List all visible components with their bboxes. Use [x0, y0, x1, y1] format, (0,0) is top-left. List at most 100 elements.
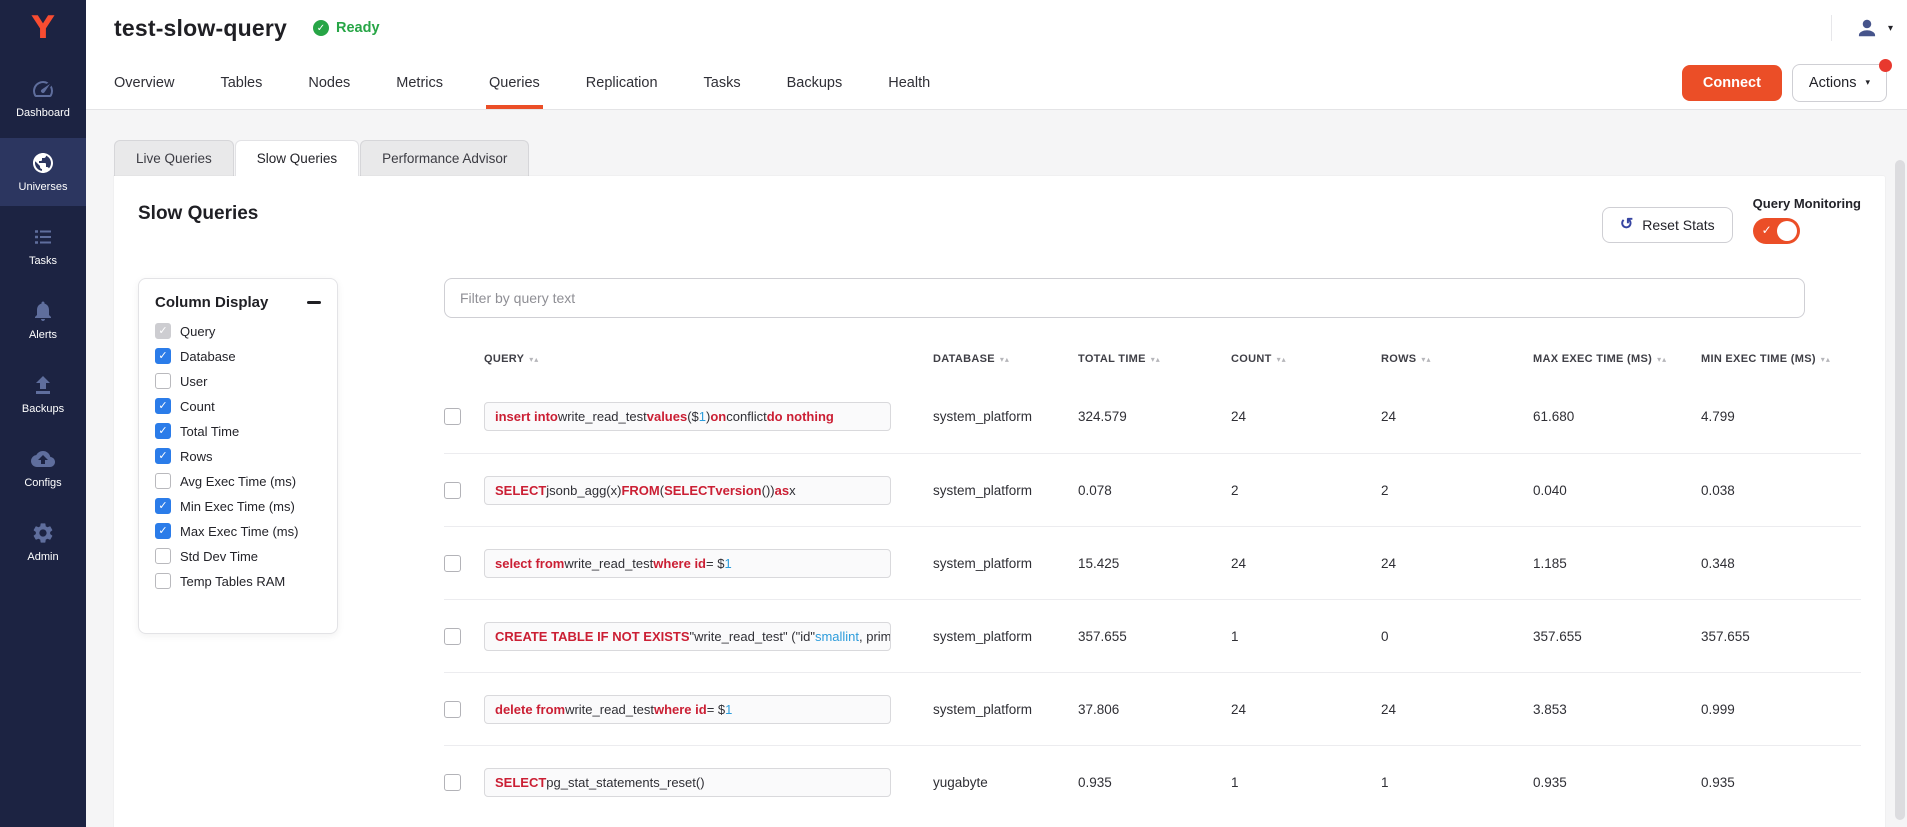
checked-checkbox-icon[interactable]: ✓ — [155, 448, 171, 464]
checked-checkbox-icon[interactable]: ✓ — [155, 398, 171, 414]
column-header-min-exec-time-ms[interactable]: MIN EXEC TIME (MS)▾▴ — [1701, 353, 1861, 365]
sort-arrows-icon[interactable]: ▾▴ — [1657, 355, 1667, 364]
tab-queries[interactable]: Queries — [489, 56, 540, 109]
column-option-temp-tables-ram[interactable]: Temp Tables RAM — [155, 573, 321, 589]
sidebar-item-backups[interactable]: Backups — [0, 360, 86, 428]
reset-icon: ↺ — [1620, 217, 1633, 233]
column-option-std-dev-time[interactable]: Std Dev Time — [155, 548, 321, 564]
unchecked-checkbox-icon[interactable] — [155, 473, 171, 489]
configs-icon — [31, 447, 55, 471]
user-avatar-icon[interactable] — [1856, 17, 1878, 39]
unchecked-checkbox-icon[interactable] — [155, 573, 171, 589]
topbar-right: ▾ — [1831, 15, 1893, 41]
row-checkbox[interactable] — [444, 482, 461, 499]
sort-arrows-icon[interactable]: ▾▴ — [1000, 355, 1010, 364]
query-text-cell[interactable]: insert into write_read_test values ($1) … — [484, 402, 891, 431]
connect-button[interactable]: Connect — [1682, 65, 1782, 101]
tab-replication[interactable]: Replication — [586, 56, 658, 109]
window-scrollbar[interactable] — [1895, 160, 1905, 820]
count-cell: 24 — [1231, 702, 1381, 717]
tab-tasks[interactable]: Tasks — [704, 56, 741, 109]
column-header-query[interactable]: QUERY▾▴ — [484, 353, 539, 365]
sidebar-item-admin[interactable]: Admin — [0, 508, 86, 576]
tab-health[interactable]: Health — [888, 56, 930, 109]
column-option-min-exec-time-ms[interactable]: ✓Min Exec Time (ms) — [155, 498, 321, 514]
tab-nodes[interactable]: Nodes — [308, 56, 350, 109]
column-option-user[interactable]: User — [155, 373, 321, 389]
query-text-cell[interactable]: SELECT pg_stat_statements_reset() — [484, 768, 891, 797]
total-time-cell: 15.425 — [1078, 556, 1231, 571]
sidebar-item-tasks[interactable]: Tasks — [0, 212, 86, 280]
table-row[interactable]: select from write_read_test where id = $… — [444, 526, 1861, 599]
collapse-icon[interactable] — [307, 301, 321, 304]
admin-icon — [31, 521, 55, 545]
table-row[interactable]: insert into write_read_test values ($1) … — [444, 380, 1861, 453]
row-checkbox[interactable] — [444, 555, 461, 572]
yugabyte-logo-icon[interactable]: Y — [0, 0, 86, 56]
universe-nav-bar: Overview Tables Nodes Metrics Queries Replica… — [86, 56, 1907, 110]
subtab-slow-queries[interactable]: Slow Queries — [235, 140, 359, 176]
actions-label: Actions — [1809, 75, 1857, 91]
column-header-database[interactable]: DATABASE▾▴ — [933, 353, 1078, 365]
column-option-total-time[interactable]: ✓Total Time — [155, 423, 321, 439]
universes-icon — [31, 151, 55, 175]
subtab-performance-advisor[interactable]: Performance Advisor — [360, 140, 529, 176]
row-checkbox[interactable] — [444, 408, 461, 425]
query-monitoring-toggle[interactable]: ✓ — [1753, 218, 1800, 244]
query-text-cell[interactable]: select from write_read_test where id = $… — [484, 549, 891, 578]
query-text-cell[interactable]: SELECT jsonb_agg(x) FROM (SELECT version… — [484, 476, 891, 505]
row-checkbox[interactable] — [444, 774, 461, 791]
column-option-label: Database — [180, 349, 236, 364]
sidebar-item-alerts[interactable]: Alerts — [0, 286, 86, 354]
sidebar: Y Dashboard Universes TasksAlertsBackupsCo… — [0, 0, 86, 827]
sidebar-item-configs[interactable]: Configs — [0, 434, 86, 502]
sort-arrows-icon[interactable]: ▾▴ — [1151, 355, 1161, 364]
checked-checkbox-icon[interactable]: ✓ — [155, 423, 171, 439]
sort-arrows-icon[interactable]: ▾▴ — [1421, 355, 1431, 364]
total-time-cell: 0.078 — [1078, 483, 1231, 498]
table-row[interactable]: SELECT jsonb_agg(x) FROM (SELECT version… — [444, 453, 1861, 526]
unchecked-checkbox-icon[interactable] — [155, 373, 171, 389]
rows-cell: 1 — [1381, 775, 1533, 790]
backups-icon — [31, 373, 55, 397]
column-header-max-exec-time-ms[interactable]: MAX EXEC TIME (MS)▾▴ — [1533, 353, 1701, 365]
reset-stats-button[interactable]: ↺ Reset Stats — [1602, 207, 1733, 243]
actions-button[interactable]: Actions ▾ — [1792, 64, 1887, 102]
tab-backups[interactable]: Backups — [787, 56, 843, 109]
sidebar-item-dashboard[interactable]: Dashboard — [0, 64, 86, 132]
column-option-database[interactable]: ✓ Database — [155, 348, 321, 364]
row-checkbox[interactable] — [444, 701, 461, 718]
sort-arrows-icon[interactable]: ▾▴ — [529, 355, 539, 364]
alerts-icon — [31, 299, 55, 323]
table-row[interactable]: CREATE TABLE IF NOT EXISTS "write_read_t… — [444, 599, 1861, 672]
checked-checkbox-icon[interactable]: ✓ — [155, 348, 171, 364]
unchecked-checkbox-icon[interactable] — [155, 548, 171, 564]
column-option-count[interactable]: ✓Count — [155, 398, 321, 414]
max-exec-time-cell: 3.853 — [1533, 702, 1701, 717]
query-text-cell[interactable]: CREATE TABLE IF NOT EXISTS "write_read_t… — [484, 622, 891, 651]
row-checkbox[interactable] — [444, 628, 461, 645]
column-header-rows[interactable]: ROWS▾▴ — [1381, 353, 1533, 365]
column-option-label: Temp Tables RAM — [180, 574, 285, 589]
table-row[interactable]: SELECT pg_stat_statements_reset()yugabyt… — [444, 745, 1861, 818]
query-text-cell[interactable]: delete from write_read_test where id = $… — [484, 695, 891, 724]
column-option-avg-exec-time-ms[interactable]: Avg Exec Time (ms) — [155, 473, 321, 489]
query-filter-input[interactable] — [444, 278, 1805, 318]
column-header-count[interactable]: COUNT▾▴ — [1231, 353, 1381, 365]
sidebar-item-label: Universes — [19, 181, 68, 193]
sort-arrows-icon[interactable]: ▾▴ — [1821, 355, 1831, 364]
column-option-rows[interactable]: ✓Rows — [155, 448, 321, 464]
table-row[interactable]: delete from write_read_test where id = $… — [444, 672, 1861, 745]
column-option-max-exec-time-ms[interactable]: ✓Max Exec Time (ms) — [155, 523, 321, 539]
checked-checkbox-icon[interactable]: ✓ — [155, 523, 171, 539]
column-header-total-time[interactable]: TOTAL TIME▾▴ — [1078, 353, 1231, 365]
total-time-cell: 324.579 — [1078, 409, 1231, 424]
sidebar-item-universes[interactable]: Universes — [0, 138, 86, 206]
user-menu-caret-icon[interactable]: ▾ — [1888, 23, 1893, 34]
checked-checkbox-icon[interactable]: ✓ — [155, 498, 171, 514]
subtab-live-queries[interactable]: Live Queries — [114, 140, 234, 176]
tab-overview[interactable]: Overview — [114, 56, 174, 109]
tab-tables[interactable]: Tables — [220, 56, 262, 109]
sort-arrows-icon[interactable]: ▾▴ — [1277, 355, 1287, 364]
tab-metrics[interactable]: Metrics — [396, 56, 443, 109]
